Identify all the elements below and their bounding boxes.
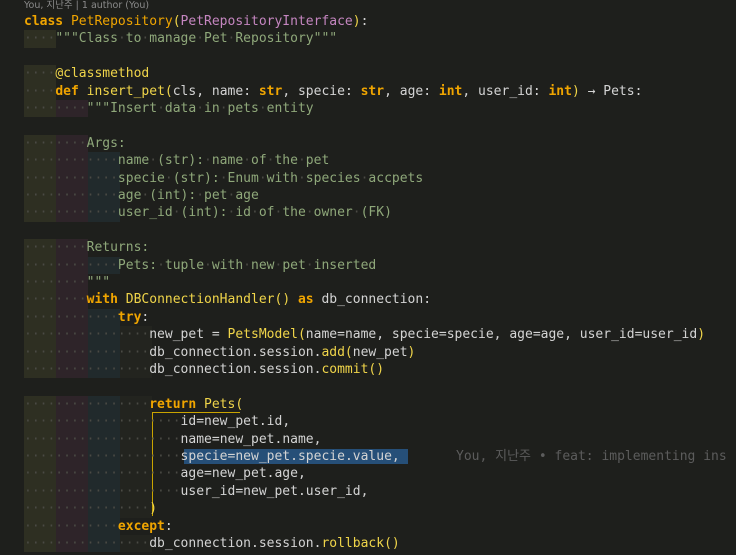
code-line[interactable]: ····················user_id=new_pet.user…: [24, 483, 368, 500]
code-line[interactable]: ················new_pet = PetsModel(name…: [24, 326, 705, 343]
code-line[interactable]: ····················id=new_pet.id,: [24, 413, 290, 430]
code-line[interactable]: ················db_connection.session.ad…: [24, 344, 415, 361]
code-line[interactable]: ········Args:: [24, 135, 126, 152]
code-line[interactable]: ····@classmethod: [24, 65, 149, 82]
code-line[interactable]: ················db_connection.session.ro…: [24, 535, 400, 552]
code-line[interactable]: class PetRepository(PetRepositoryInterfa…: [24, 13, 368, 30]
code-line[interactable]: ········""": [24, 274, 110, 291]
code-line[interactable]: ····················age=new_pet.age,: [24, 465, 306, 482]
code-line[interactable]: ············age·(int):·pet·age: [24, 187, 259, 204]
code-line[interactable]: ················): [24, 500, 157, 517]
code-line[interactable]: ············try:: [24, 309, 149, 326]
code-line[interactable]: ····················specie=new_pet.speci…: [24, 448, 400, 465]
codelens-blame-header[interactable]: You, 지난주 | 1 author (You): [24, 0, 149, 12]
code-line[interactable]: ············Pets:·tuple·with·new·pet·ins…: [24, 257, 376, 274]
code-editor[interactable]: You, 지난주 | 1 author (You) class PetRepos…: [0, 0, 736, 555]
code-line[interactable]: ········with DBConnectionHandler() as db…: [24, 291, 431, 308]
code-line[interactable]: ············name·(str):·name·of·the·pet: [24, 152, 329, 169]
code-line[interactable]: ····················name=new_pet.name,: [24, 431, 321, 448]
code-line[interactable]: ········Returns:: [24, 239, 149, 256]
code-line[interactable]: ················return Pets(: [24, 396, 243, 413]
code-line[interactable]: ············specie·(str):·Enum·with·spec…: [24, 170, 423, 187]
code-line[interactable]: ············user_id·(int):·id·of·the·own…: [24, 204, 392, 221]
code-line[interactable]: ····"""Class·to·manage·Pet·Repository""": [24, 30, 337, 47]
code-line[interactable]: ············except:: [24, 518, 173, 535]
code-line[interactable]: ········"""Insert·data·in·pets·entity: [24, 100, 314, 117]
code-line[interactable]: ····def insert_pet(cls, name: str, speci…: [24, 83, 642, 100]
inline-git-blame: You, 지난주 • feat: implementing ins: [456, 449, 727, 464]
code-line[interactable]: ················db_connection.session.co…: [24, 361, 384, 378]
